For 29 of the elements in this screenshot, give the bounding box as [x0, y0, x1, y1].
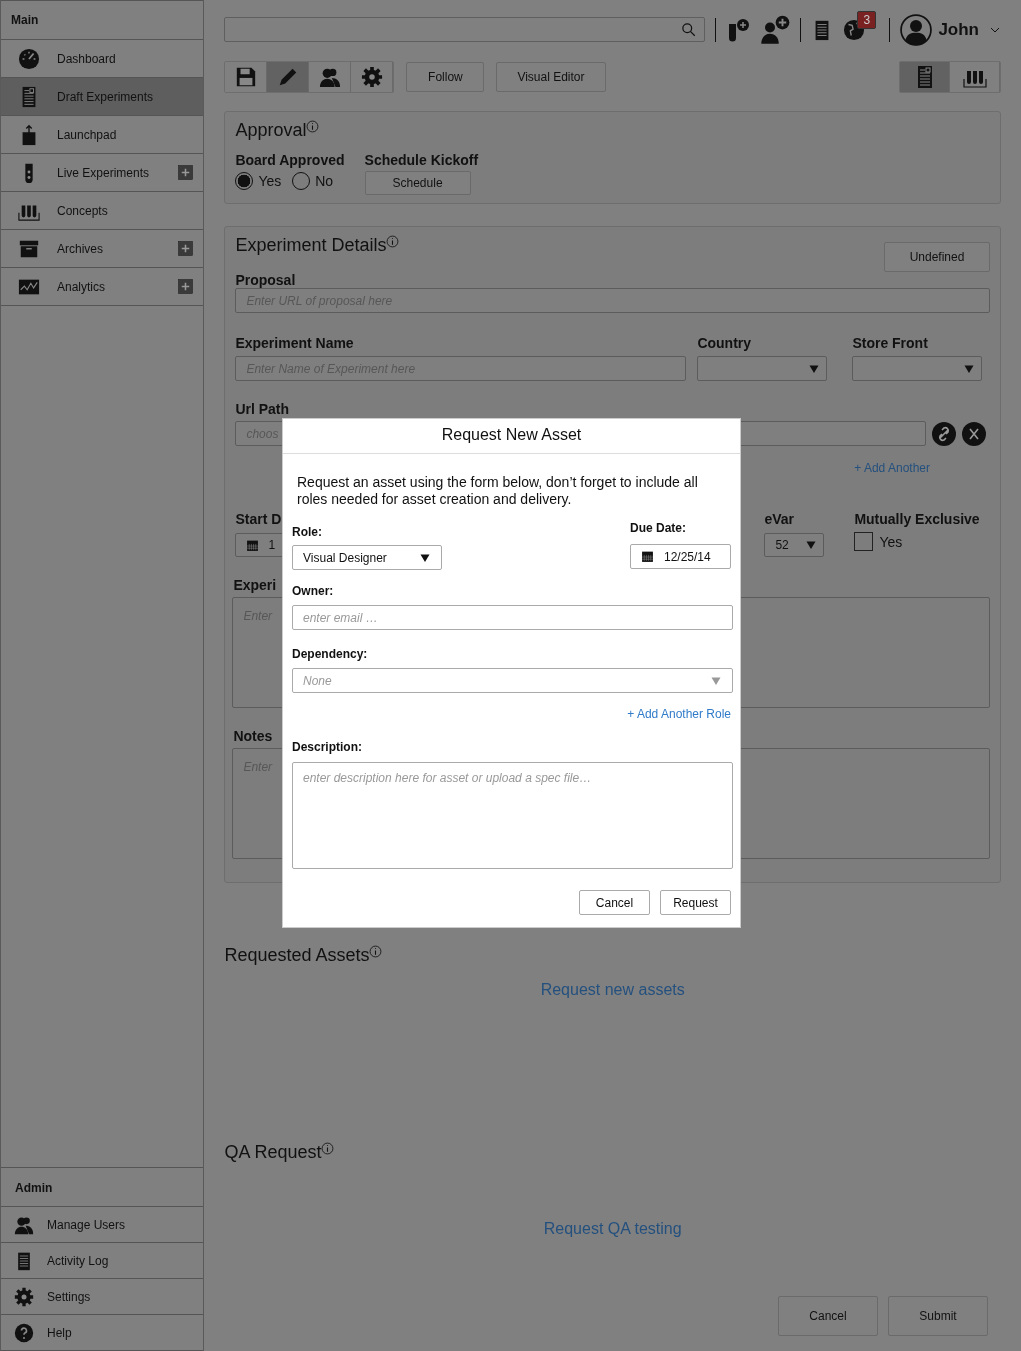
field-label: Experiment Name	[235, 335, 354, 351]
notification-badge: 3	[857, 10, 877, 29]
field-label: Board Approved	[235, 152, 345, 168]
field-label: Due Date:	[630, 521, 687, 535]
field-label: Start D	[235, 511, 282, 527]
field-label: Description:	[292, 740, 363, 754]
field-label: Dependency:	[292, 647, 369, 661]
checkbox-label: Yes	[879, 533, 903, 550]
field-label: Url Path	[235, 401, 290, 417]
field-label: Proposal	[235, 272, 296, 288]
section-title: Requested Assets	[224, 945, 370, 966]
field-label: Country	[697, 335, 752, 351]
radio-label: Yes	[258, 173, 282, 189]
modal-intro: Request an asset using the form below, don’t forget to include all roles needed for asset creation and delivery.	[297, 474, 699, 508]
radio-label: No	[315, 173, 334, 189]
panel-title: Approval	[235, 120, 307, 141]
field-label: Schedule Kickoff	[364, 152, 479, 168]
field-label: Notes	[233, 728, 273, 744]
sidebar-heading: Main	[1, 0, 204, 40]
sidebar-heading: Admin	[1, 1167, 204, 1207]
field-label: Experi	[233, 577, 277, 593]
section-title: QA Request	[224, 1142, 322, 1163]
field-label: Store Front	[852, 335, 928, 351]
panel-title: Experiment Details	[235, 235, 387, 256]
field-label: Mutually Exclusive	[854, 511, 980, 527]
field-label: Owner:	[292, 584, 335, 598]
field-label: Role:	[292, 525, 323, 539]
field-label: eVar	[764, 511, 794, 527]
modal-title: Request New Asset	[283, 419, 740, 454]
